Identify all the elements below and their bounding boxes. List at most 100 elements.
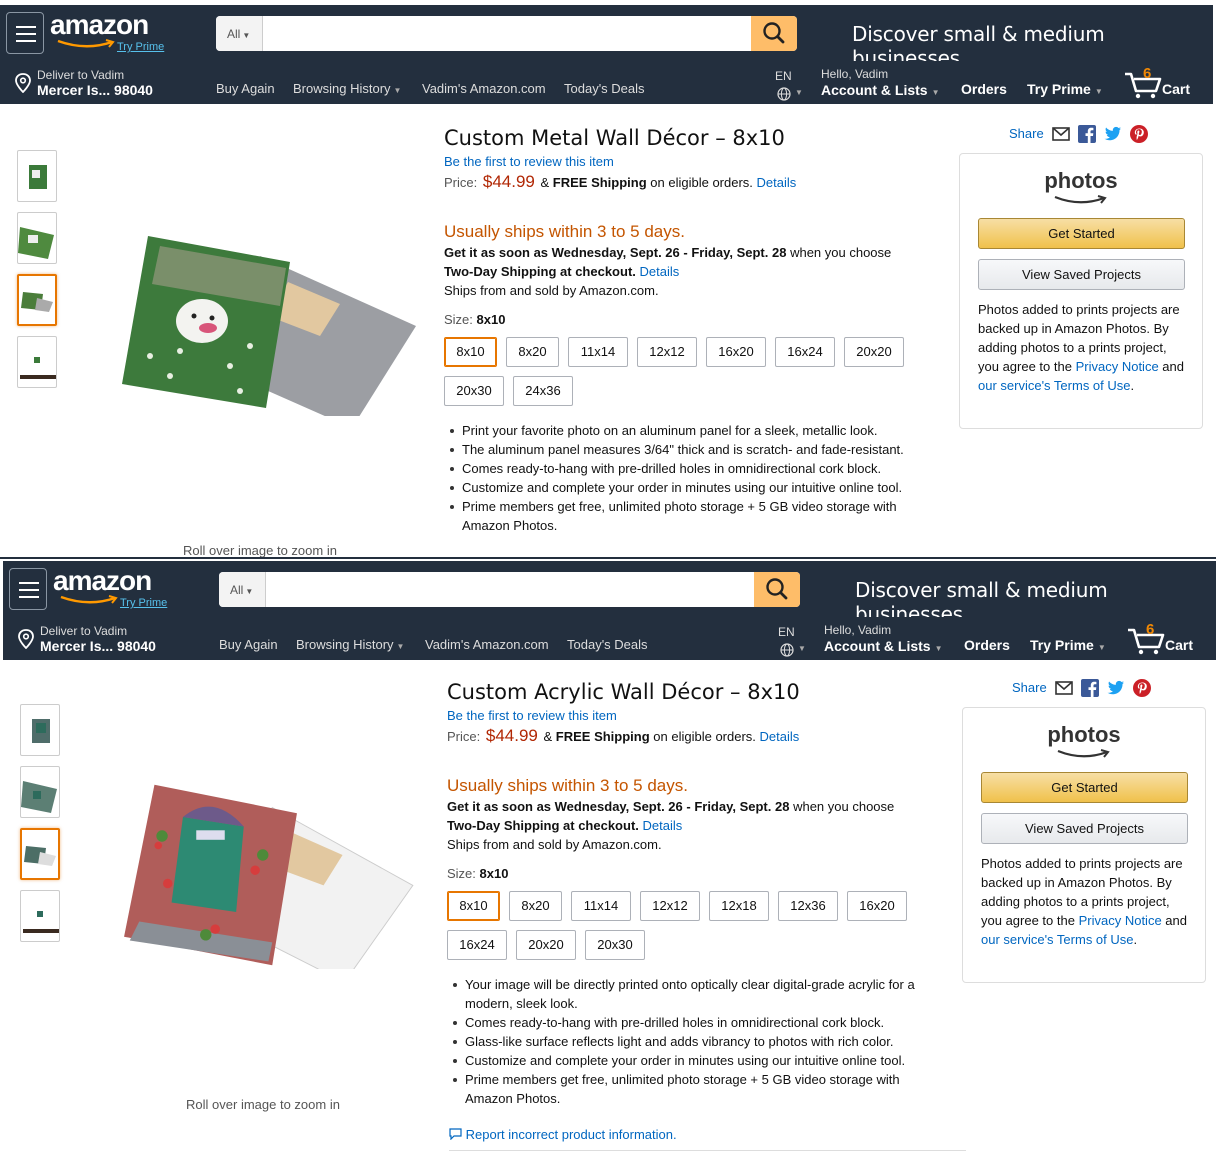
view-saved-projects-button[interactable]: View Saved Projects	[978, 259, 1185, 290]
nav-orders[interactable]: Orders	[964, 637, 1010, 653]
eta-details-link[interactable]: Details	[643, 818, 683, 833]
amazon-logo[interactable]: amazon Try Prime	[50, 9, 170, 55]
nav-todays-deals[interactable]: Today's Deals	[567, 637, 648, 652]
size-option[interactable]: 12x36	[778, 891, 838, 921]
search-bar: All ▼	[219, 572, 800, 607]
eta-details-link[interactable]: Details	[640, 264, 680, 279]
get-started-button[interactable]: Get Started	[978, 218, 1185, 249]
size-option[interactable]: 8x10	[447, 891, 500, 921]
pinterest-icon[interactable]	[1130, 125, 1148, 143]
email-icon[interactable]	[1055, 679, 1073, 697]
size-option[interactable]: 12x18	[709, 891, 769, 921]
nav-orders[interactable]: Orders	[961, 81, 1007, 97]
size-option[interactable]: 16x20	[706, 337, 766, 367]
shipping-details-link[interactable]: Details	[757, 175, 797, 190]
nav-vadims-amazon[interactable]: Vadim's Amazon.com	[425, 637, 549, 652]
size-option[interactable]: 11x14	[568, 337, 628, 367]
cart[interactable]: 6 Cart	[1127, 621, 1197, 655]
size-option[interactable]: 8x10	[444, 337, 497, 367]
report-incorrect-info-link[interactable]: Report incorrect product information.	[449, 1127, 677, 1142]
nav-buy-again[interactable]: Buy Again	[216, 81, 275, 96]
language-label: EN	[778, 625, 795, 639]
shipping-details-link[interactable]: Details	[760, 729, 800, 744]
account-and-lists[interactable]: Hello, Vadim Account & Lists ▼	[824, 623, 943, 654]
cart[interactable]: 6 Cart	[1124, 65, 1194, 99]
size-option[interactable]: 20x20	[844, 337, 904, 367]
size-option[interactable]: 20x30	[585, 930, 645, 960]
size-option[interactable]: 12x12	[637, 337, 697, 367]
product-image-metal[interactable]	[90, 226, 420, 416]
shipping-amp: &	[543, 729, 553, 744]
size-option[interactable]: 20x30	[444, 376, 504, 406]
size-option[interactable]: 16x24	[775, 337, 835, 367]
pinterest-icon[interactable]	[1133, 679, 1151, 697]
cart-label: Cart	[1165, 637, 1194, 653]
size-label-text: Size:	[447, 866, 476, 881]
menu-icon[interactable]	[9, 568, 47, 610]
shipping-text: on eligible orders.	[650, 175, 753, 190]
thumbnail-4[interactable]	[20, 890, 60, 942]
email-icon[interactable]	[1052, 125, 1070, 143]
try-prime-link[interactable]: Try Prime	[120, 597, 167, 609]
twitter-icon[interactable]	[1104, 125, 1122, 143]
size-option[interactable]: 8x20	[506, 337, 559, 367]
search-button[interactable]	[751, 16, 797, 51]
nav-browsing-history[interactable]: Browsing History ▼	[296, 637, 404, 652]
language-selector[interactable]: EN ▼	[778, 623, 806, 657]
thumbnail-2[interactable]	[20, 766, 60, 818]
product-image-acrylic[interactable]	[93, 779, 423, 969]
search-input[interactable]	[266, 572, 754, 607]
facebook-icon[interactable]	[1081, 679, 1099, 697]
facebook-icon[interactable]	[1078, 125, 1096, 143]
chevron-down-icon: ▼	[1097, 643, 1106, 652]
search-input[interactable]	[263, 16, 751, 51]
search-category-dropdown[interactable]: All ▼	[219, 572, 266, 607]
review-link[interactable]: Be the first to review this item	[447, 708, 617, 723]
size-option[interactable]: 24x36	[513, 376, 573, 406]
two-day-shipping: Two-Day Shipping at checkout.	[444, 264, 636, 279]
thumbnail-3[interactable]	[20, 828, 60, 880]
size-option[interactable]: 16x24	[447, 930, 507, 960]
size-option[interactable]: 12x12	[640, 891, 700, 921]
search-category-label: All	[230, 583, 244, 597]
size-option[interactable]: 11x14	[571, 891, 631, 921]
search-category-dropdown[interactable]: All ▼	[216, 16, 263, 51]
thumbnail-image	[18, 227, 54, 259]
size-option[interactable]: 20x20	[516, 930, 576, 960]
privacy-notice-link[interactable]: Privacy Notice	[1079, 913, 1162, 928]
amazon-logo[interactable]: amazon Try Prime	[53, 565, 173, 611]
thumbnail-1[interactable]	[17, 150, 57, 202]
chevron-down-icon: ▼	[245, 587, 254, 596]
size-option[interactable]: 16x20	[847, 891, 907, 921]
chevron-down-icon: ▼	[798, 644, 806, 653]
try-prime-link[interactable]: Try Prime	[117, 41, 164, 53]
account-and-lists[interactable]: Hello, Vadim Account & Lists ▼	[821, 67, 940, 98]
nav-vadims-amazon[interactable]: Vadim's Amazon.com	[422, 81, 546, 96]
get-started-button[interactable]: Get Started	[981, 772, 1188, 803]
size-selected: 8x10	[476, 312, 506, 327]
nav-todays-deals[interactable]: Today's Deals	[564, 81, 645, 96]
feature-bullets: Print your favorite photo on an aluminum…	[444, 421, 924, 535]
free-shipping-label: FREE Shipping	[552, 175, 647, 190]
thumbnail-1[interactable]	[20, 704, 60, 756]
thumbnail-image	[20, 357, 56, 379]
share-icons	[1055, 679, 1155, 697]
menu-icon[interactable]	[6, 12, 44, 54]
thumbnail-3[interactable]	[17, 274, 57, 326]
twitter-icon[interactable]	[1107, 679, 1125, 697]
terms-of-use-link[interactable]: our service's Terms of Use	[978, 378, 1131, 393]
size-option[interactable]: 8x20	[509, 891, 562, 921]
nav-browsing-history[interactable]: Browsing History ▼	[293, 81, 401, 96]
search-button[interactable]	[754, 572, 800, 607]
nav-try-prime[interactable]: Try Prime ▼	[1030, 637, 1106, 653]
privacy-notice-link[interactable]: Privacy Notice	[1076, 359, 1159, 374]
view-saved-projects-button[interactable]: View Saved Projects	[981, 813, 1188, 844]
review-link[interactable]: Be the first to review this item	[444, 154, 614, 169]
language-selector[interactable]: EN ▼	[775, 67, 803, 101]
nav-try-prime[interactable]: Try Prime ▼	[1027, 81, 1103, 97]
terms-of-use-link[interactable]: our service's Terms of Use	[981, 932, 1134, 947]
thumbnail-4[interactable]	[17, 336, 57, 388]
product-title: Custom Metal Wall Décor – 8x10	[444, 126, 785, 150]
nav-buy-again[interactable]: Buy Again	[219, 637, 278, 652]
thumbnail-2[interactable]	[17, 212, 57, 264]
